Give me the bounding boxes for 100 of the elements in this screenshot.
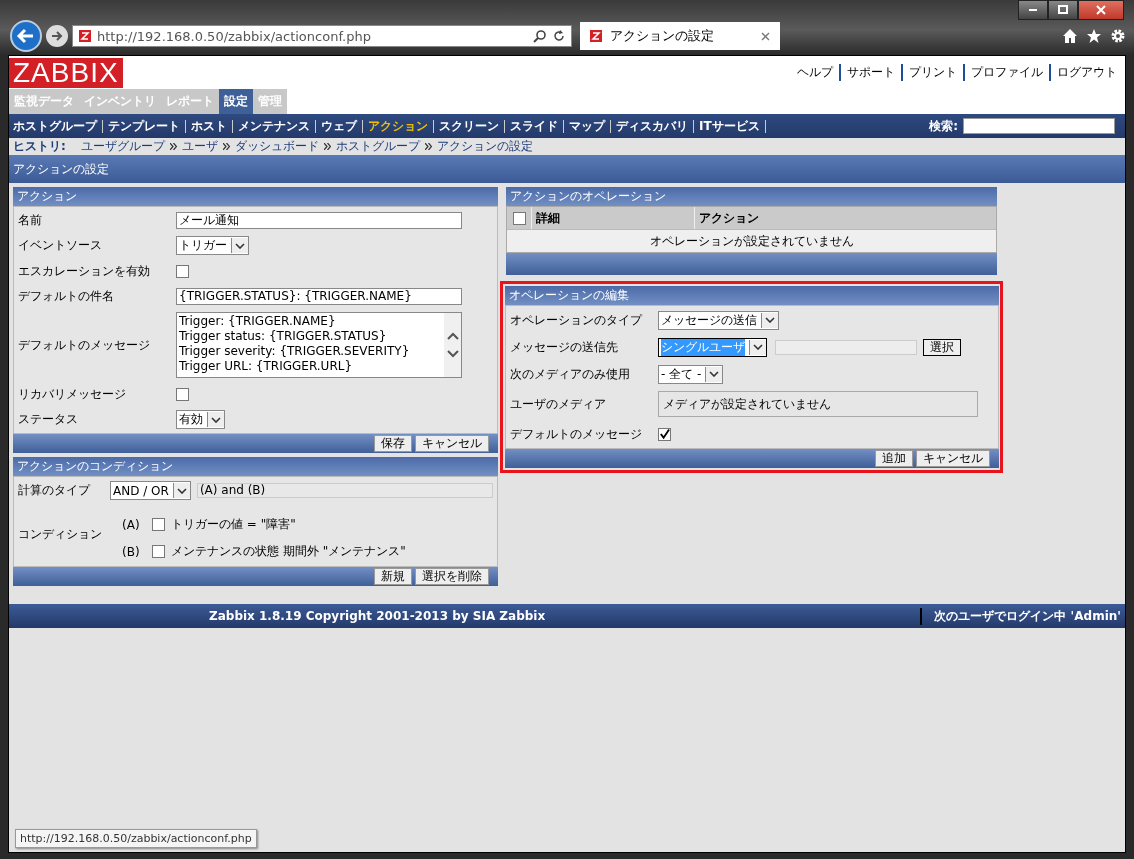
form-button[interactable]: キャンセル: [415, 435, 489, 452]
scroll-down-icon[interactable]: [446, 350, 459, 358]
breadcrumb-link[interactable]: ユーザグループ: [80, 138, 165, 155]
minimize-icon: [1029, 9, 1037, 11]
field-label: 次のメディアのみ使用: [510, 365, 631, 383]
field-label: ステータス: [18, 411, 79, 428]
form-button[interactable]: 新規: [374, 568, 412, 585]
search-label: 検索:: [929, 117, 958, 135]
checkbox[interactable]: [152, 545, 165, 558]
caret-icon: [176, 487, 187, 494]
panel-title: オペレーションの編集: [509, 287, 629, 304]
user-field[interactable]: [775, 339, 917, 355]
history-label: ヒストリ:: [13, 138, 66, 155]
search-field[interactable]: [963, 118, 1115, 134]
sub-menu-link[interactable]: ホスト: [191, 119, 233, 133]
maximize-icon: [1058, 5, 1068, 15]
panel-title: アクションのコンディション: [17, 458, 173, 475]
sub-menu-link[interactable]: アクション: [368, 119, 434, 133]
select-field[interactable]: AND / OR: [110, 481, 191, 500]
media-info-box: メディアが設定されていません: [658, 391, 978, 417]
page-title: アクションの設定: [13, 160, 109, 178]
caret-icon: [765, 317, 775, 323]
close-icon[interactable]: [761, 31, 770, 41]
copyright-text: Zabbix 1.8.19 Copyright 2001-2013 by SIA Zabbix: [209, 609, 546, 623]
settings-icon[interactable]: [1110, 28, 1126, 44]
scroll-up-icon[interactable]: [446, 332, 459, 340]
select-field[interactable]: - 全て -: [658, 364, 724, 384]
caret-icon: [753, 344, 763, 350]
form-button[interactable]: キャンセル: [916, 450, 990, 467]
select-field[interactable]: 有効: [176, 410, 225, 429]
search-icon[interactable]: [533, 29, 547, 43]
sub-menu-link[interactable]: マップ: [569, 119, 611, 133]
condition-text: メンテナンスの状態 期間外 "メンテナンス": [171, 543, 406, 560]
condition-tag: (A): [122, 517, 146, 532]
text-field[interactable]: {TRIGGER.STATUS}: {TRIGGER.NAME}: [176, 287, 462, 305]
close-button[interactable]: [1078, 0, 1124, 20]
field-label: デフォルトのメッセージ: [18, 336, 151, 354]
back-button[interactable]: [10, 20, 42, 52]
double-chevron-icon: [222, 143, 230, 150]
sub-menu-link[interactable]: テンプレート: [108, 119, 186, 133]
site-favicon-icon: [79, 30, 91, 42]
formula-field: (A) and (B): [196, 483, 493, 498]
caret-icon: [709, 371, 720, 377]
column-header: アクション: [698, 209, 760, 227]
checkbox[interactable]: [176, 387, 189, 401]
condition-tag: (B): [122, 544, 146, 559]
forward-button[interactable]: [46, 25, 68, 47]
sub-menu-link[interactable]: ホストグループ: [13, 119, 103, 133]
form-button[interactable]: 保存: [374, 435, 412, 452]
sub-menu-link[interactable]: スクリーン: [439, 119, 505, 133]
field-label: イベントソース: [18, 237, 103, 254]
field-label: オペレーションのタイプ: [510, 311, 644, 329]
field-label: リカバリメッセージ: [18, 385, 127, 403]
refresh-icon[interactable]: [553, 30, 565, 42]
select-button[interactable]: 選択: [923, 338, 961, 356]
select-field[interactable]: トリガー: [176, 236, 249, 255]
field-label: 計算のタイプ: [18, 482, 92, 499]
header-link[interactable]: プロファイル: [963, 64, 1043, 81]
field-label: デフォルトの件名: [18, 287, 115, 305]
double-chevron-icon: [323, 143, 331, 150]
sub-menu-link[interactable]: スライド: [510, 119, 564, 133]
form-button[interactable]: 選択を削除: [415, 568, 489, 585]
main-menu-tab[interactable]: 設定: [219, 89, 253, 114]
minimize-button[interactable]: [1018, 0, 1048, 20]
header-link[interactable]: プリント: [901, 64, 957, 81]
breadcrumb-link[interactable]: ユーザ: [181, 138, 218, 155]
checkbox[interactable]: [176, 264, 189, 278]
breadcrumb-link[interactable]: ホストグループ: [335, 138, 420, 155]
address-field[interactable]: http://192.168.0.50/zabbix/actionconf.php: [72, 25, 572, 47]
text-area[interactable]: Trigger: {TRIGGER.NAME} Trigger status: {TRIGGER.STATUS} Trigger severity: {TRIGGER.SEVERITY} Trigger URL: {TRIGGER.URL}: [176, 312, 462, 378]
form-button[interactable]: 追加: [875, 450, 913, 467]
text-field[interactable]: メール通知: [176, 211, 462, 229]
breadcrumb-link[interactable]: アクションの設定: [436, 138, 533, 155]
panel-title: アクションのオペレーション: [510, 188, 666, 205]
back-arrow-icon: [16, 26, 36, 46]
maximize-button[interactable]: [1048, 0, 1078, 20]
field-label: エスカレーションを有効: [18, 262, 151, 280]
sub-menu-link[interactable]: メンテナンス: [238, 119, 316, 133]
caret-icon: [235, 242, 245, 249]
browser-tab[interactable]: アクションの設定: [580, 22, 780, 50]
sub-menu-link[interactable]: ディスカバリ: [616, 119, 694, 133]
checkbox[interactable]: [152, 518, 165, 531]
breadcrumb-link[interactable]: ダッシュボード: [234, 138, 319, 155]
home-icon[interactable]: [1062, 28, 1078, 44]
checkbox[interactable]: [512, 211, 526, 225]
star-icon[interactable]: [1086, 28, 1102, 44]
checkbox[interactable]: [658, 427, 671, 441]
status-url-tooltip: http://192.168.0.50/zabbix/actionconf.php: [15, 829, 257, 848]
header-link[interactable]: サポート: [839, 64, 895, 81]
header-link[interactable]: ヘルプ: [797, 64, 833, 81]
zabbix-logo[interactable]: ZABBIX: [9, 57, 123, 88]
field-label: デフォルトのメッセージ: [510, 425, 643, 443]
site-favicon-icon: [590, 30, 602, 42]
sub-menu-link[interactable]: ウェブ: [321, 119, 363, 133]
select-field[interactable]: メッセージの送信: [658, 310, 779, 330]
caret-icon: [211, 416, 221, 423]
header-link[interactable]: ログアウト: [1049, 64, 1117, 81]
forward-arrow-icon: [51, 30, 63, 42]
double-chevron-icon: [424, 143, 432, 150]
sub-menu-link[interactable]: ITサービス: [699, 119, 766, 133]
